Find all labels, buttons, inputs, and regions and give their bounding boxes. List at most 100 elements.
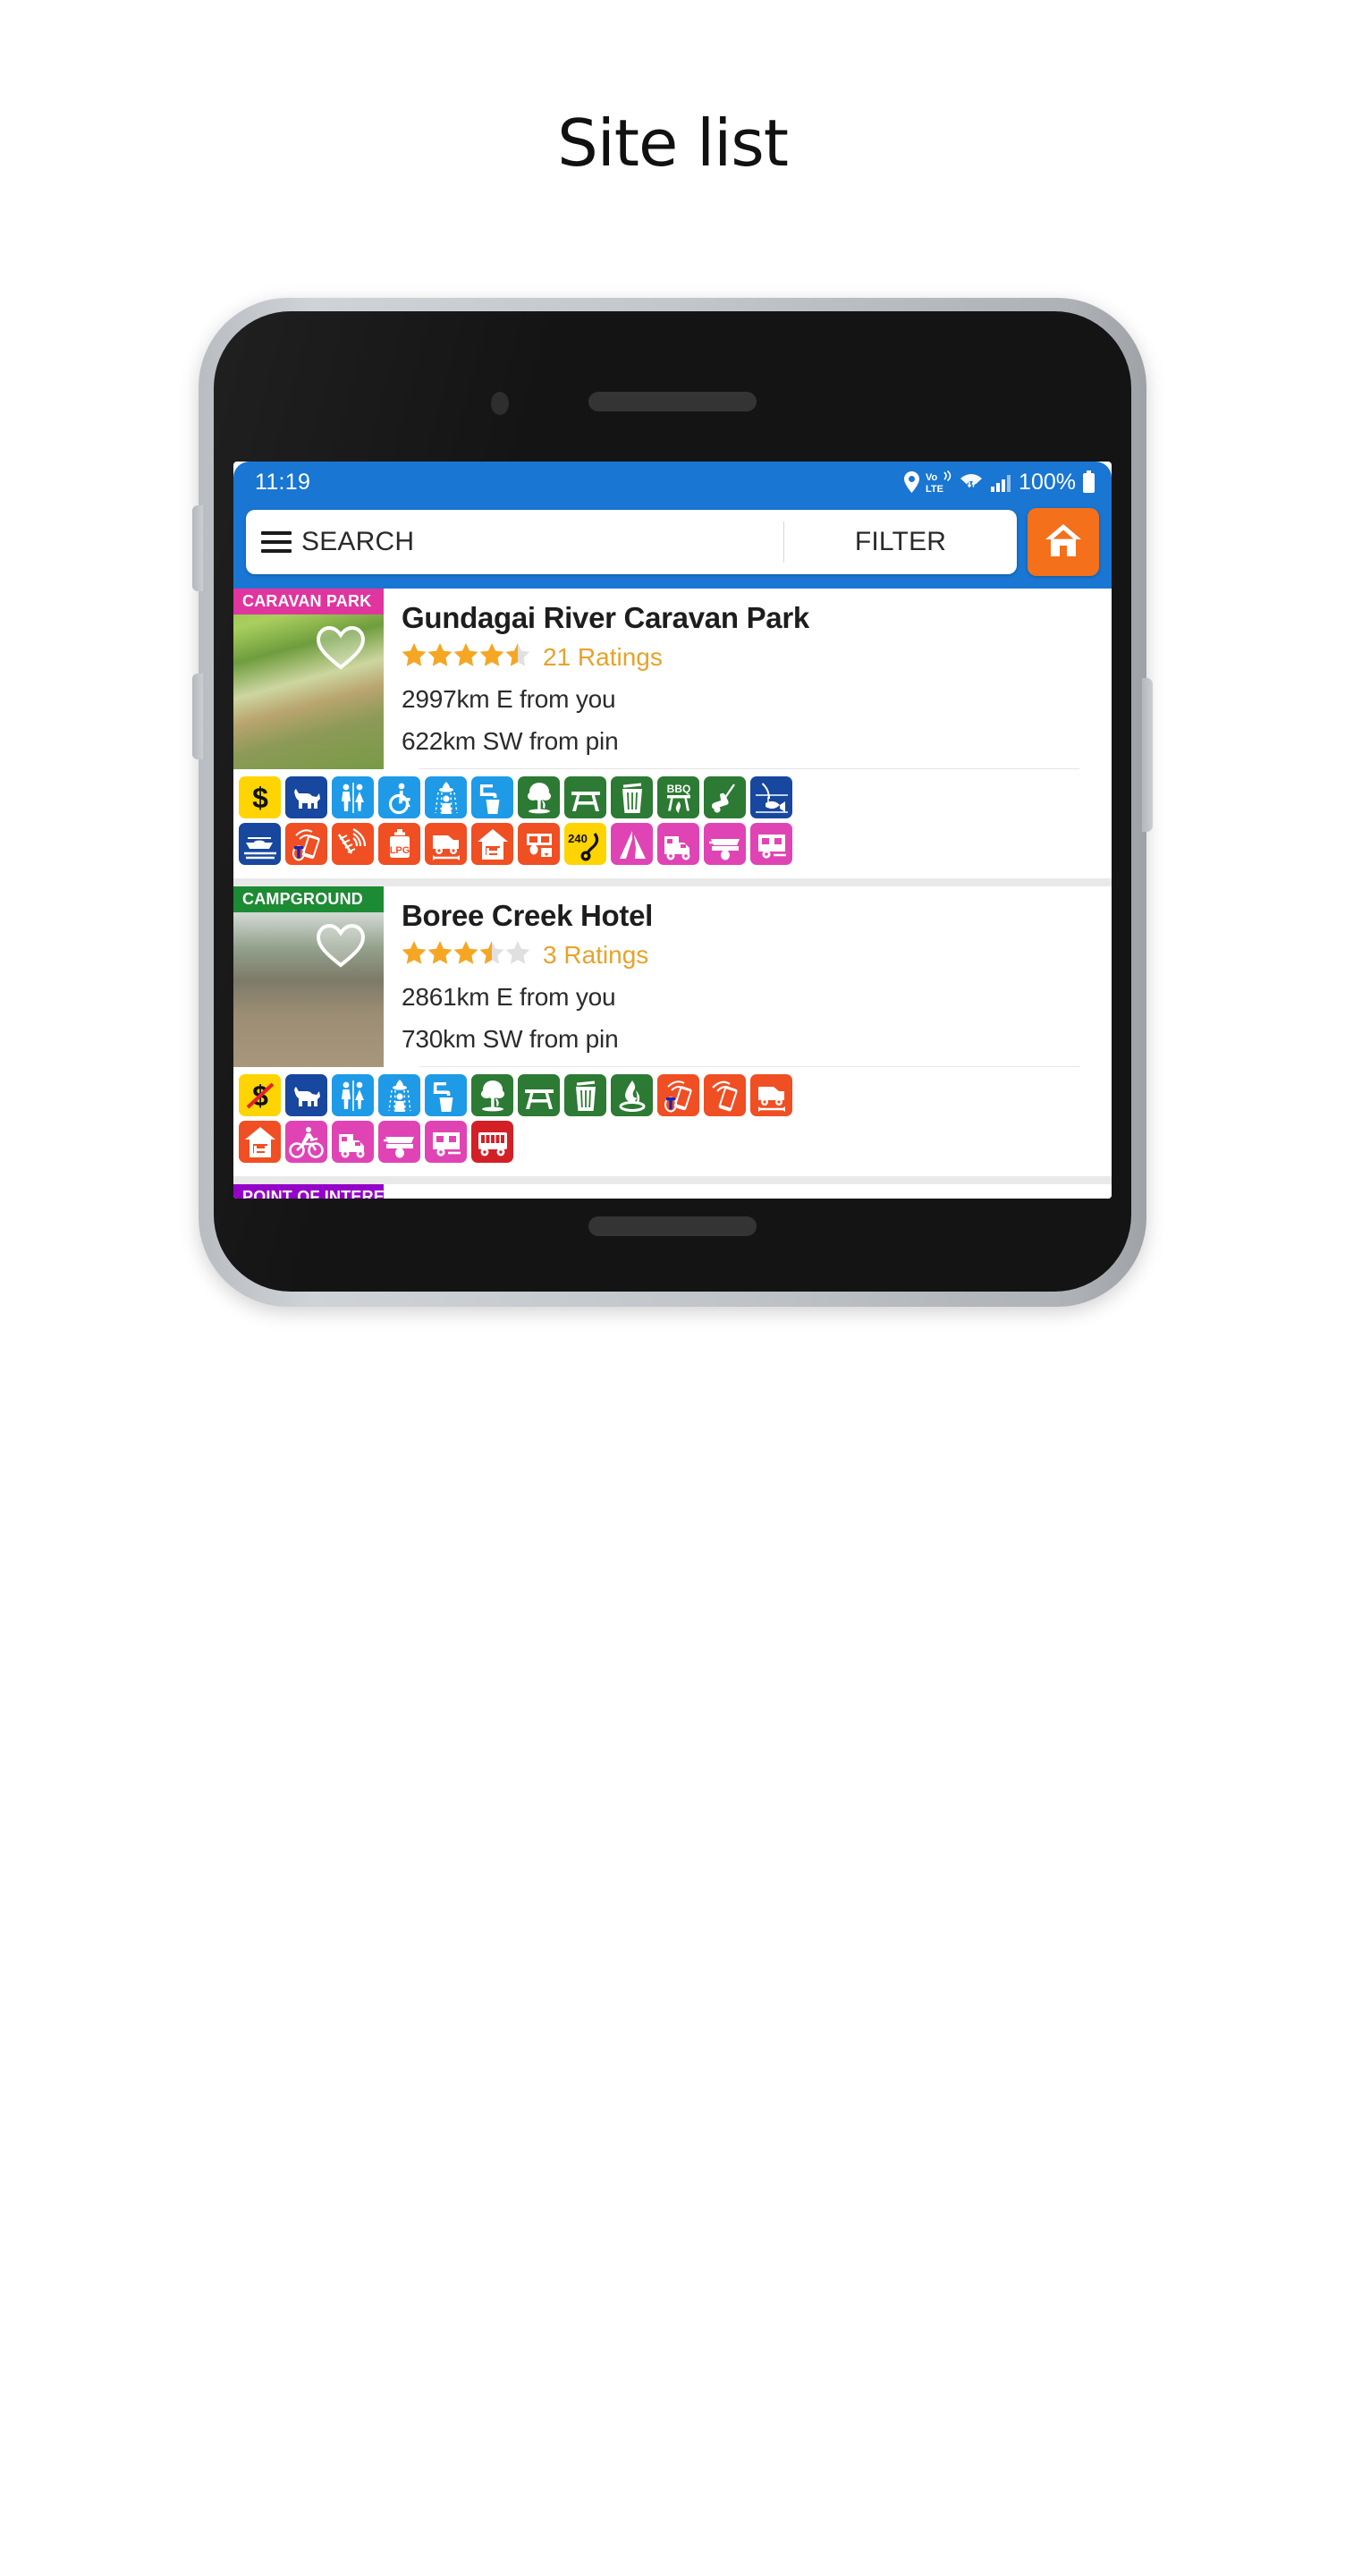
telstra-mobile-icon[interactable]: [285, 823, 327, 865]
caravan-park-aerial-photo: [233, 589, 384, 769]
drinking-water-icon[interactable]: [471, 776, 513, 818]
search-filter-bar: SEARCH FILTER: [246, 510, 1017, 574]
site-list[interactable]: CARAVAN PARK Gundagai River Caravan Park 2…: [233, 589, 1112, 1199]
site-thumbnail[interactable]: POINT OF INTEREST: [233, 1184, 405, 1199]
site-details: Boree Creek Hotel 3 Ratings 2861km E from …: [384, 886, 1112, 1067]
site-name: Gundagai River Caravan Park: [402, 601, 809, 634]
site-name: Fossil Bluff + Lookout: [402, 1197, 1097, 1199]
shower-icon[interactable]: [425, 776, 467, 818]
amenity-icons: $ BBQ LPG 240: [233, 769, 1112, 878]
rubbish-bin-icon[interactable]: [611, 776, 653, 818]
earpiece-speaker: [588, 392, 757, 411]
svg-text:LPG: LPG: [389, 845, 410, 856]
bbq-icon[interactable]: BBQ: [657, 776, 699, 818]
favourite-heart-icon[interactable]: [316, 624, 366, 675]
phone-screen-body: 11:19 Vo LTE 100% SEARCH FILTER CARAVAN …: [214, 311, 1131, 1292]
volume-down-key[interactable]: [192, 674, 203, 759]
site-card[interactable]: CAMPGROUND Boree Creek Hotel 3 Ratings 2861…: [233, 886, 1112, 1176]
distance-from-you: 2997km E from you: [402, 685, 616, 713]
amenity-row: [239, 1121, 1112, 1163]
battery-icon: [1082, 470, 1095, 494]
shade-tree-icon[interactable]: [471, 1074, 513, 1116]
volume-up-key[interactable]: [192, 505, 203, 591]
site-details: Gundagai River Caravan Park 21 Ratings 299…: [384, 589, 1112, 769]
dog-friendly-icon[interactable]: [285, 1074, 327, 1116]
toilets-icon[interactable]: [332, 1074, 374, 1116]
shade-tree-icon[interactable]: [518, 776, 560, 818]
site-card-header: POINT OF INTERESTFossil Bluff + Lookout2…: [233, 1184, 1112, 1199]
caravan-site-icon[interactable]: [425, 1121, 467, 1163]
fishing-icon[interactable]: [750, 776, 792, 818]
caravan-dump-icon[interactable]: [518, 823, 560, 865]
home-button[interactable]: [1028, 508, 1099, 576]
picnic-table-icon[interactable]: [518, 1074, 560, 1116]
svg-text:$: $: [252, 782, 268, 814]
hamburger-menu-icon[interactable]: [246, 531, 301, 553]
shower-icon[interactable]: [378, 1074, 420, 1116]
filter-button[interactable]: FILTER: [784, 527, 1017, 557]
drinking-water-icon[interactable]: [425, 1074, 467, 1116]
bus-icon[interactable]: [471, 1121, 513, 1163]
campervan-site-icon[interactable]: [657, 823, 699, 865]
mobile-signal-icon[interactable]: [704, 1074, 746, 1116]
camper-trailer-site-icon[interactable]: [704, 823, 746, 865]
campground-firepit-photo: [233, 886, 384, 1067]
ratings-count: 21 Ratings: [543, 642, 663, 671]
campervan-site-icon[interactable]: [332, 1121, 374, 1163]
rating-row: 3 Ratings: [402, 940, 1097, 970]
svg-text:LTE: LTE: [926, 484, 943, 494]
battery-percentage: 100%: [1019, 469, 1076, 495]
dog-friendly-icon[interactable]: [285, 776, 327, 818]
rv-dump-point-icon[interactable]: [750, 1074, 792, 1116]
picnic-table-icon[interactable]: [564, 776, 606, 818]
site-type-badge: CARAVAN PARK: [233, 589, 384, 614]
dollar-fee-icon[interactable]: $: [239, 776, 281, 818]
rv-dump-point-icon[interactable]: [425, 823, 467, 865]
search-input[interactable]: SEARCH: [301, 527, 783, 557]
status-bar: 11:19 Vo LTE 100%: [233, 462, 1112, 503]
site-thumbnail[interactable]: CAMPGROUND: [233, 886, 384, 1067]
site-thumbnail[interactable]: CARAVAN PARK: [233, 589, 384, 769]
tv-antenna-icon[interactable]: [332, 823, 374, 865]
volte-icon: Vo LTE: [926, 470, 952, 494]
rubbish-bin-icon[interactable]: [564, 1074, 606, 1116]
page-title: Site list: [557, 106, 789, 181]
site-type-badge: CAMPGROUND: [233, 886, 384, 912]
site-card-header: CAMPGROUND Boree Creek Hotel 3 Ratings 2861…: [233, 886, 1112, 1067]
wifi-icon: [959, 471, 984, 493]
star-icon: [453, 940, 478, 970]
star-icon: [402, 940, 427, 970]
favourite-heart-icon[interactable]: [316, 922, 366, 973]
home-gesture-bar[interactable]: [588, 1216, 757, 1236]
power-key[interactable]: [1142, 678, 1153, 832]
star-rating: [402, 940, 530, 970]
svg-text:Vo: Vo: [926, 472, 938, 483]
camper-trailer-site-icon[interactable]: [378, 1121, 420, 1163]
caravan-site-icon[interactable]: [750, 823, 792, 865]
toilets-icon[interactable]: [332, 776, 374, 818]
240v-power-icon[interactable]: 240: [564, 823, 606, 865]
lpg-gas-icon[interactable]: LPG: [378, 823, 420, 865]
cabin-icon[interactable]: [239, 1121, 281, 1163]
amenity-row: $ BBQ: [239, 776, 1112, 818]
cabin-icon[interactable]: [471, 823, 513, 865]
motorbike-icon[interactable]: [285, 1121, 327, 1163]
telstra-mobile-icon[interactable]: [657, 1074, 699, 1116]
star-icon: [479, 940, 504, 970]
golf-icon[interactable]: [704, 776, 746, 818]
status-icon-tray: Vo LTE 100%: [904, 470, 1095, 496]
star-icon: [453, 642, 478, 672]
status-clock: 11:19: [255, 469, 311, 495]
rating-row: 21 Ratings: [402, 642, 1097, 672]
amenity-row: LPG 240: [239, 823, 1112, 865]
site-name: Boree Creek Hotel: [402, 899, 654, 932]
site-card[interactable]: CARAVAN PARK Gundagai River Caravan Park 2…: [233, 589, 1112, 878]
home-icon: [1044, 521, 1083, 564]
campfire-icon[interactable]: [611, 1074, 653, 1116]
free-no-fee-icon[interactable]: $: [239, 1074, 281, 1116]
tent-site-icon[interactable]: [611, 823, 653, 865]
wheelchair-access-icon[interactable]: [378, 776, 420, 818]
site-card[interactable]: POINT OF INTERESTFossil Bluff + Lookout2…: [233, 1184, 1112, 1199]
boat-ramp-icon[interactable]: [239, 823, 281, 865]
distance-from-you: 2861km E from you: [402, 983, 616, 1011]
